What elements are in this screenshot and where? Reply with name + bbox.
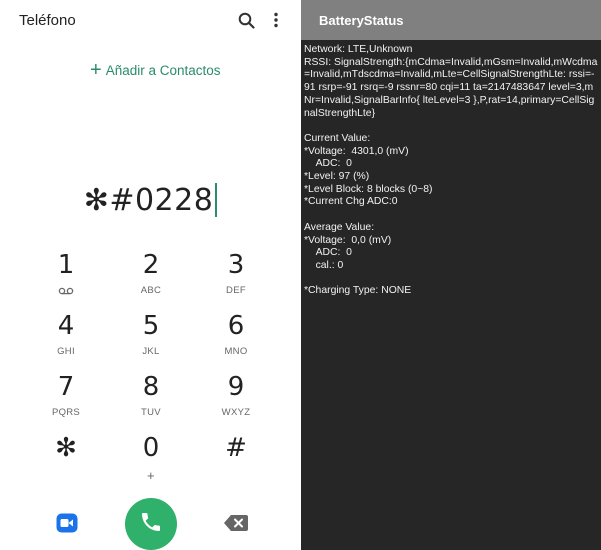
status-line: *Charging Type: NONE — [304, 285, 412, 297]
key-letters: DEF — [226, 285, 246, 296]
video-call-icon[interactable] — [56, 513, 78, 533]
key-9[interactable]: 9 WXYZ — [196, 372, 276, 430]
key-5[interactable]: 5 JKL — [111, 311, 191, 369]
phone-icon — [139, 510, 163, 539]
key-6[interactable]: 6 MNO — [196, 311, 276, 369]
add-to-contacts-label: Añadir a Contactos — [105, 62, 221, 78]
key-digit: 5 — [142, 311, 160, 341]
key-1[interactable]: 1 — [26, 250, 106, 308]
app-title: Teléfono — [19, 12, 76, 29]
key-digit: 9 — [227, 372, 245, 402]
key-letters: GHI — [57, 346, 75, 357]
key-digit: 7 — [57, 372, 75, 402]
key-digit: 6 — [227, 311, 245, 341]
status-line: *Voltage: 4301,0 (mV) — [304, 145, 409, 157]
status-line: Current Value: — [304, 132, 371, 144]
dialer-header: Teléfono — [0, 0, 301, 40]
key-letters: MNO — [224, 346, 248, 357]
key-digit: 4 — [57, 311, 75, 341]
key-star[interactable]: ✻ — [26, 433, 106, 491]
key-letters: + — [147, 468, 155, 483]
search-icon[interactable] — [236, 10, 256, 30]
status-line: cal.: 0 — [304, 259, 344, 271]
status-line: *Current Chg ADC:0 — [304, 196, 398, 208]
backspace-icon[interactable] — [224, 515, 248, 531]
dialed-number-field[interactable]: ✻#0228 — [0, 178, 301, 222]
key-digit: ✻ — [55, 433, 77, 463]
text-cursor — [215, 183, 218, 217]
key-digit: 3 — [227, 250, 245, 280]
phone-dialer-pane: Teléfono + Añadir a Contactos ✻#0228 1 2… — [0, 0, 301, 550]
battery-title: BatteryStatus — [319, 13, 404, 28]
battery-info-text: Network: LTE,Unknown RSSI: SignalStrength… — [304, 44, 600, 298]
status-line: Network: LTE,Unknown — [304, 44, 413, 55]
battery-title-bar: BatteryStatus — [301, 0, 601, 40]
key-letters: JKL — [142, 346, 160, 357]
status-line: *Level: 97 (%) — [304, 171, 370, 183]
status-line: ADC: 0 — [304, 247, 352, 259]
battery-status-pane: BatteryStatus Network: LTE,Unknown RSSI: … — [301, 0, 601, 550]
key-7[interactable]: 7 PQRS — [26, 372, 106, 430]
key-digit: 0 — [142, 433, 160, 463]
key-digit: 2 — [142, 250, 160, 280]
status-line: RSSI: SignalStrength:{mCdma=Invalid,mGsm… — [304, 56, 598, 119]
voicemail-icon — [26, 283, 106, 297]
add-to-contacts-button[interactable]: + Añadir a Contactos — [90, 60, 221, 80]
key-letters: TUV — [141, 407, 161, 418]
key-digit: # — [225, 433, 247, 463]
key-0[interactable]: 0 + — [111, 433, 191, 491]
key-digit: 1 — [57, 250, 75, 280]
key-2[interactable]: 2 ABC — [111, 250, 191, 308]
status-line: Average Value: — [304, 221, 375, 233]
status-line: *Level Block: 8 blocks (0~8) — [304, 183, 433, 195]
call-button[interactable] — [125, 498, 177, 550]
key-letters: ABC — [140, 285, 162, 296]
key-letters: WXYZ — [221, 407, 251, 418]
more-vertical-icon[interactable] — [266, 10, 286, 30]
key-8[interactable]: 8 TUV — [111, 372, 191, 430]
dialed-number: ✻#0228 — [83, 182, 214, 218]
status-line: *Voltage: 0,0 (mV) — [304, 234, 392, 246]
key-hash[interactable]: # — [196, 433, 276, 491]
plus-icon: + — [90, 59, 102, 81]
status-line: ADC: 0 — [304, 158, 352, 170]
key-3[interactable]: 3 DEF — [196, 250, 276, 308]
key-letters: PQRS — [51, 407, 81, 418]
key-4[interactable]: 4 GHI — [26, 311, 106, 369]
key-digit: 8 — [142, 372, 160, 402]
